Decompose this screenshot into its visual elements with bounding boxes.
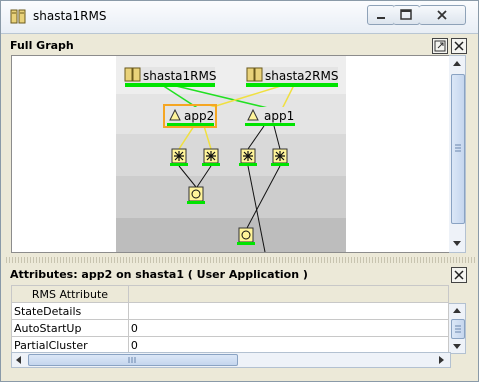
attribute-value: 0 [127, 336, 450, 354]
resource-icon [275, 151, 285, 161]
resource-node[interactable] [239, 148, 257, 166]
graph-panel-close-button[interactable] [451, 38, 467, 54]
attribute-value [127, 302, 450, 320]
node-label: shasta2RMS [265, 69, 338, 83]
graph-vertical-scrollbar[interactable] [449, 55, 466, 253]
resource-node[interactable] [202, 148, 220, 166]
resource-node[interactable] [187, 186, 205, 204]
column-header[interactable]: RMS Attribute [11, 285, 129, 303]
attributes-table: RMS Attribute StateDetails AutoStartUp 0… [11, 285, 450, 354]
scroll-down-icon[interactable] [449, 339, 465, 355]
node-shasta2rms[interactable]: shasta2RMS [246, 67, 338, 87]
close-icon [454, 270, 464, 280]
window-title: shasta1RMS [33, 9, 107, 23]
scroll-right-icon[interactable] [434, 353, 448, 367]
resource-node[interactable] [271, 148, 289, 166]
column-header[interactable] [127, 285, 450, 303]
resource-icon [206, 151, 216, 161]
table-row[interactable]: PartialCluster 0 [11, 336, 450, 354]
panel-splitter[interactable] [4, 257, 475, 263]
maximize-button[interactable] [393, 5, 420, 25]
resource-icon [174, 151, 184, 161]
maximize-icon [400, 9, 412, 20]
scroll-left-icon[interactable] [12, 353, 26, 367]
minimize-button[interactable] [367, 5, 395, 25]
graph-svg: shasta1RMS shasta2RMS app2 app1 [116, 56, 346, 252]
title-bar: shasta1RMS [1, 1, 478, 34]
graph-panel-title: Full Graph [10, 39, 74, 52]
attribute-name: AutoStartUp [11, 319, 129, 337]
table-header-row: RMS Attribute [11, 285, 450, 303]
attributes-horizontal-scrollbar[interactable] [11, 352, 451, 368]
attributes-scroll-thumb[interactable] [451, 319, 465, 339]
undock-button[interactable] [432, 38, 448, 54]
rms-window: shasta1RMS Full Graph shasta1RMS shasta2… [0, 0, 479, 382]
graph-panel-header: Full Graph [4, 36, 475, 54]
node-app2-selected[interactable]: app2 [163, 104, 217, 128]
attribute-value: 0 [127, 319, 450, 337]
attributes-panel-close-button[interactable] [451, 267, 467, 283]
attributes-panel-title: Attributes: app2 on shasta1 ( User Appli… [10, 268, 308, 281]
resource-icon [243, 151, 253, 161]
scroll-down-icon[interactable] [449, 235, 465, 251]
table-row[interactable]: StateDetails [11, 302, 450, 320]
server-icon [10, 9, 26, 24]
grip-icon [455, 144, 461, 152]
node-label: app2 [184, 109, 214, 123]
grip-icon [455, 325, 461, 333]
attributes-panel-header: Attributes: app2 on shasta1 ( User Appli… [4, 265, 475, 283]
attribute-name: PartialCluster [11, 336, 129, 354]
node-app1[interactable]: app1 [245, 107, 295, 126]
resource-node[interactable] [170, 148, 188, 166]
minimize-icon [377, 17, 385, 19]
horizontal-scroll-thumb[interactable] [28, 354, 238, 366]
attribute-name: StateDetails [11, 302, 129, 320]
close-button[interactable] [419, 5, 466, 25]
node-label: shasta1RMS [143, 69, 216, 83]
close-icon [437, 10, 447, 20]
table-row[interactable]: AutoStartUp 0 [11, 319, 450, 337]
full-graph-canvas[interactable]: shasta1RMS shasta2RMS app2 app1 [11, 55, 451, 253]
node-shasta1rms[interactable]: shasta1RMS [124, 67, 216, 87]
scroll-up-icon[interactable] [449, 56, 465, 72]
grip-icon [128, 357, 136, 363]
graph-scroll-thumb[interactable] [451, 74, 465, 224]
attributes-vertical-scrollbar[interactable] [449, 303, 466, 354]
resource-node[interactable] [237, 227, 255, 245]
scroll-up-icon[interactable] [449, 304, 465, 320]
close-icon [454, 41, 464, 51]
node-label: app1 [264, 109, 294, 123]
undock-icon [434, 40, 446, 52]
